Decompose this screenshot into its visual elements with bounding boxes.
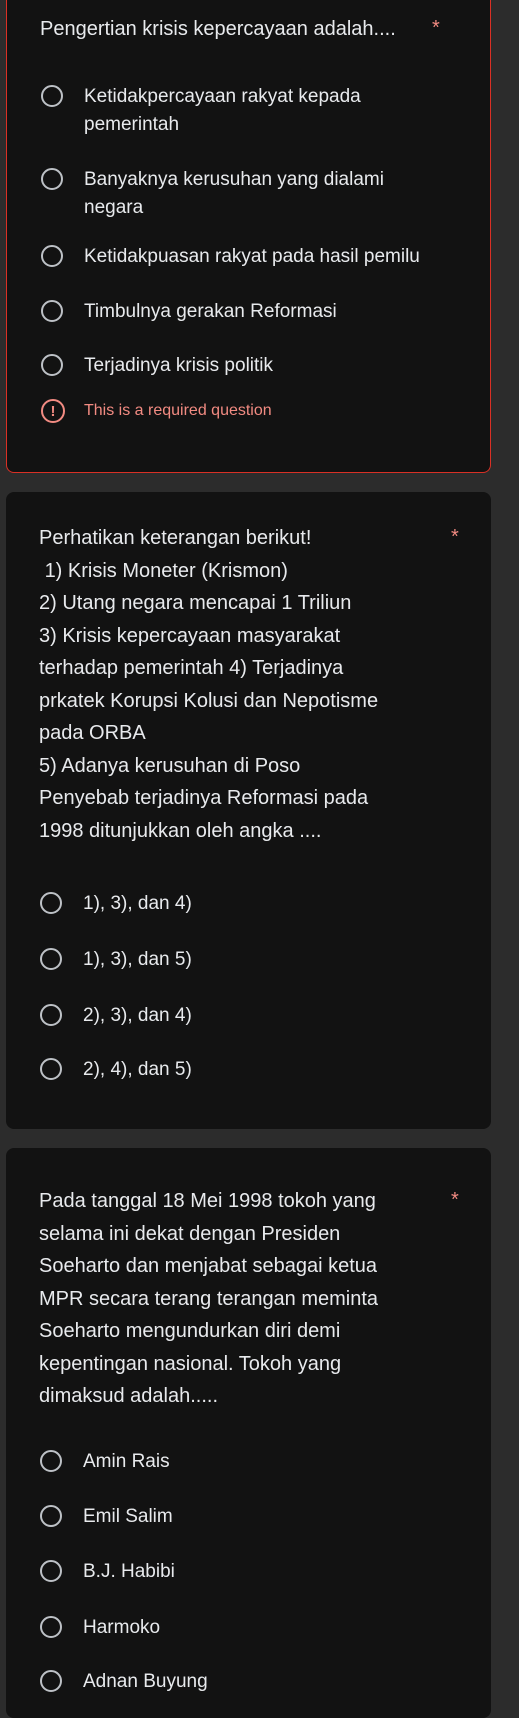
radio-circle-icon[interactable] (40, 1004, 62, 1026)
radio-circle-icon[interactable] (40, 1058, 62, 1080)
option-label: Ketidakpercayaan rakyat kepada pemerinta… (84, 86, 361, 135)
question-card-1: Pengertian krisis kepercayaan adalah....… (6, 0, 491, 473)
option-label: Amin Rais (83, 1451, 170, 1472)
radio-option[interactable]: Ketidakpercayaan rakyat kepada pemerinta… (41, 83, 461, 139)
radio-option[interactable]: Ketidakpuasan rakyat pada hasil pemilu (41, 243, 461, 271)
radio-option[interactable]: 1), 3), dan 4) (40, 890, 460, 918)
radio-option[interactable]: 1), 3), dan 5) (40, 946, 460, 974)
option-label: B.J. Habibi (83, 1561, 175, 1582)
radio-circle-icon[interactable] (41, 85, 63, 107)
radio-option[interactable]: Emil Salim (40, 1503, 460, 1531)
required-asterisk: * (432, 17, 440, 39)
radio-circle-icon[interactable] (40, 948, 62, 970)
option-label: Banyaknya kerusuhan yang dialami negara (84, 169, 384, 218)
radio-circle-icon[interactable] (40, 1505, 62, 1527)
radio-circle-icon[interactable] (40, 1450, 62, 1472)
radio-option[interactable]: 2), 4), dan 5) (40, 1056, 460, 1084)
option-label: 1), 3), dan 4) (83, 893, 192, 914)
radio-circle-icon[interactable] (41, 168, 63, 190)
radio-option[interactable]: Terjadinya krisis politik (41, 352, 461, 380)
option-label: 2), 4), dan 5) (83, 1059, 192, 1080)
option-label: 1), 3), dan 5) (83, 949, 192, 970)
radio-circle-icon[interactable] (41, 354, 63, 376)
radio-option[interactable]: Timbulnya gerakan Reformasi (41, 298, 461, 326)
radio-circle-icon[interactable] (40, 892, 62, 914)
option-label: Ketidakpuasan rakyat pada hasil pemilu (84, 246, 420, 267)
option-label: Emil Salim (83, 1506, 173, 1527)
radio-option[interactable]: Adnan Buyung (40, 1668, 460, 1696)
option-label: Adnan Buyung (83, 1671, 208, 1692)
question-title: Perhatikan keterangan berikut! 1) Krisis… (39, 527, 379, 842)
radio-circle-icon[interactable] (41, 245, 63, 267)
radio-circle-icon[interactable] (40, 1670, 62, 1692)
option-label: Terjadinya krisis politik (84, 355, 274, 376)
option-label: 2), 3), dan 4) (83, 1005, 192, 1026)
radio-option[interactable]: 2), 3), dan 4) (40, 1002, 460, 1030)
radio-circle-icon[interactable] (40, 1616, 62, 1638)
radio-circle-icon[interactable] (41, 300, 63, 322)
option-label: Timbulnya gerakan Reformasi (84, 301, 337, 322)
radio-option[interactable]: Amin Rais (40, 1448, 460, 1476)
required-asterisk: * (451, 1189, 459, 1211)
radio-option[interactable]: Banyaknya kerusuhan yang dialami negara (41, 166, 461, 222)
question-card-3: Pada tanggal 18 Mei 1998 tokoh yang sela… (6, 1148, 491, 1718)
error-icon: ! (41, 399, 65, 423)
radio-circle-icon[interactable] (40, 1560, 62, 1582)
question-title: Pada tanggal 18 Mei 1998 tokoh yang sela… (39, 1190, 384, 1407)
error-message: ! This is a required question (41, 399, 272, 423)
question-title: Pengertian krisis kepercayaan adalah.... (40, 18, 396, 40)
radio-option[interactable]: B.J. Habibi (40, 1558, 460, 1586)
required-asterisk: * (451, 526, 459, 548)
error-text: This is a required question (84, 402, 272, 419)
radio-option[interactable]: Harmoko (40, 1614, 460, 1642)
question-card-2: Perhatikan keterangan berikut! 1) Krisis… (6, 492, 491, 1129)
option-label: Harmoko (83, 1617, 161, 1638)
